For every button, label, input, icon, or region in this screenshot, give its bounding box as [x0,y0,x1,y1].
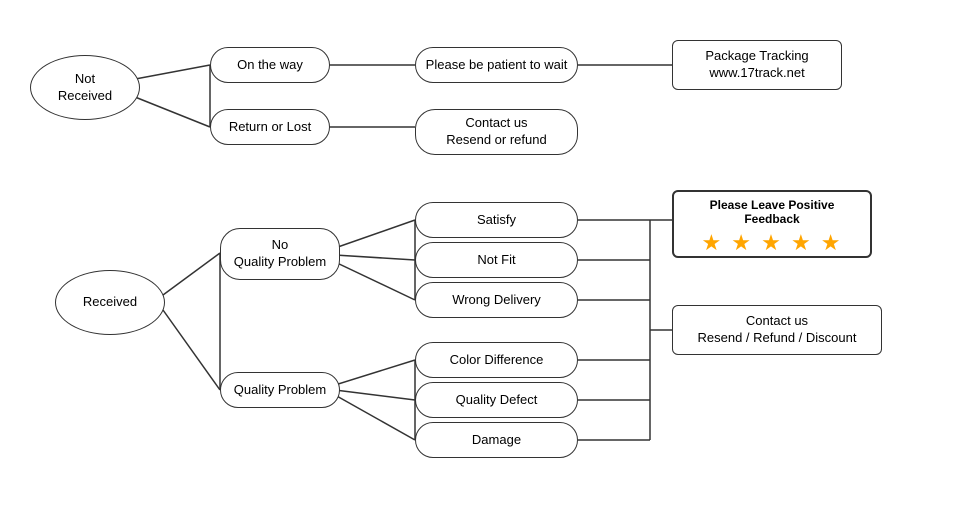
contact-resend-refund-node: Contact us Resend or refund [415,109,578,155]
feedback-box: Please Leave Positive Feedback ★ ★ ★ ★ ★ [672,190,872,258]
diagram: Not Received On the way Return or Lost P… [0,0,960,513]
received-node: Received [55,270,165,335]
wrong-delivery-node: Wrong Delivery [415,282,578,318]
contact-resend-refund-discount-node: Contact us Resend / Refund / Discount [672,305,882,355]
color-difference-node: Color Difference [415,342,578,378]
not-fit-node: Not Fit [415,242,578,278]
quality-problem-node: Quality Problem [220,372,340,408]
on-the-way-node: On the way [210,47,330,83]
satisfy-node: Satisfy [415,202,578,238]
stars-display: ★ ★ ★ ★ ★ [684,230,860,256]
not-received-node: Not Received [30,55,140,120]
please-be-patient-node: Please be patient to wait [415,47,578,83]
package-tracking-node: Package Tracking www.17track.net [672,40,842,90]
return-or-lost-node: Return or Lost [210,109,330,145]
damage-node: Damage [415,422,578,458]
quality-defect-node: Quality Defect [415,382,578,418]
feedback-label: Please Leave Positive Feedback [684,198,860,226]
no-quality-problem-node: No Quality Problem [220,228,340,280]
